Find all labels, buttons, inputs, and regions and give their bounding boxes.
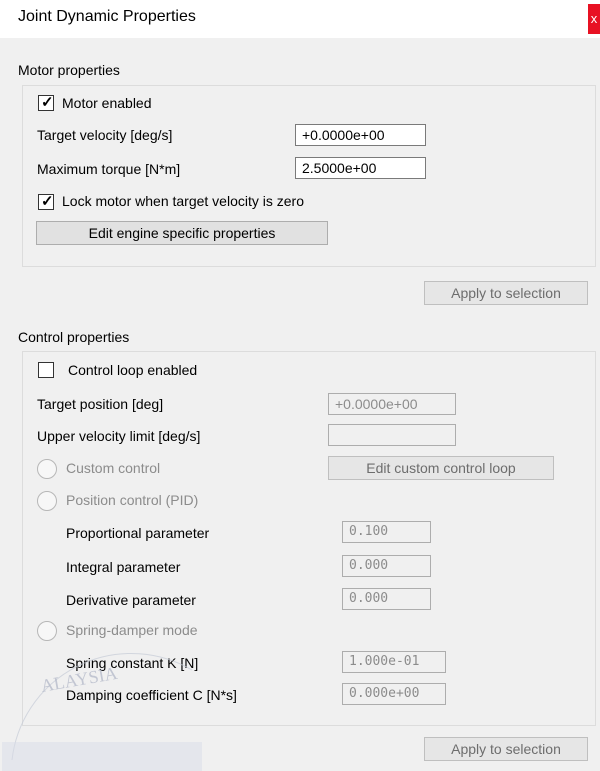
control-loop-label: Control loop enabled bbox=[68, 362, 198, 378]
motor-apply-to-selection-button[interactable]: Apply to selection bbox=[424, 281, 588, 305]
proportional-input[interactable]: 0.100 bbox=[342, 521, 431, 543]
dialog-body: Motor properties ✓ Motor enabled Target … bbox=[0, 38, 600, 771]
spring-damper-radio[interactable] bbox=[37, 621, 57, 641]
window-title: Joint Dynamic Properties bbox=[18, 8, 196, 25]
damping-label: Damping coefficient C [N*s] bbox=[66, 687, 237, 703]
damping-input[interactable]: 0.000e+00 bbox=[342, 683, 446, 705]
upper-velocity-label: Upper velocity limit [deg/s] bbox=[37, 428, 201, 444]
spring-damper-label: Spring-damper mode bbox=[66, 622, 198, 638]
derivative-label: Derivative parameter bbox=[66, 592, 196, 608]
lock-motor-checkbox[interactable]: ✓ bbox=[38, 193, 54, 210]
proportional-label: Proportional parameter bbox=[66, 525, 210, 541]
control-apply-to-selection-button[interactable]: Apply to selection bbox=[424, 737, 588, 761]
check-icon: ✓ bbox=[41, 193, 54, 210]
close-button[interactable]: x bbox=[588, 4, 600, 34]
integral-label: Integral parameter bbox=[66, 559, 181, 575]
edit-engine-properties-button[interactable]: Edit engine specific properties bbox=[36, 221, 328, 245]
target-position-label: Target position [deg] bbox=[37, 396, 164, 412]
derivative-input[interactable]: 0.000 bbox=[342, 588, 431, 610]
target-position-input[interactable]: +0.0000e+00 bbox=[328, 393, 456, 415]
position-control-label: Position control (PID) bbox=[66, 492, 199, 508]
upper-velocity-input[interactable] bbox=[328, 424, 456, 446]
target-velocity-label: Target velocity [deg/s] bbox=[37, 127, 173, 143]
max-torque-label: Maximum torque [N*m] bbox=[37, 161, 181, 177]
title-bar: Joint Dynamic Properties x bbox=[0, 0, 600, 38]
control-loop-checkbox[interactable] bbox=[38, 362, 54, 378]
max-torque-input[interactable]: 2.5000e+00 bbox=[295, 157, 426, 179]
custom-control-radio[interactable] bbox=[37, 459, 57, 479]
spring-constant-label: Spring constant K [N] bbox=[66, 655, 199, 671]
custom-control-label: Custom control bbox=[66, 460, 161, 476]
integral-input[interactable]: 0.000 bbox=[342, 555, 431, 577]
lock-motor-label: Lock motor when target velocity is zero bbox=[62, 193, 304, 209]
check-icon: ✓ bbox=[41, 94, 54, 111]
motor-enabled-label: Motor enabled bbox=[62, 95, 152, 111]
edit-custom-control-loop-button[interactable]: Edit custom control loop bbox=[328, 456, 554, 480]
position-control-radio[interactable] bbox=[37, 491, 57, 511]
motor-enabled-checkbox[interactable]: ✓ bbox=[38, 94, 54, 111]
spring-constant-input[interactable]: 1.000e-01 bbox=[342, 651, 446, 673]
target-velocity-input[interactable]: +0.0000e+00 bbox=[295, 124, 426, 146]
motor-section-label: Motor properties bbox=[18, 62, 120, 78]
control-section-label: Control properties bbox=[18, 329, 130, 345]
